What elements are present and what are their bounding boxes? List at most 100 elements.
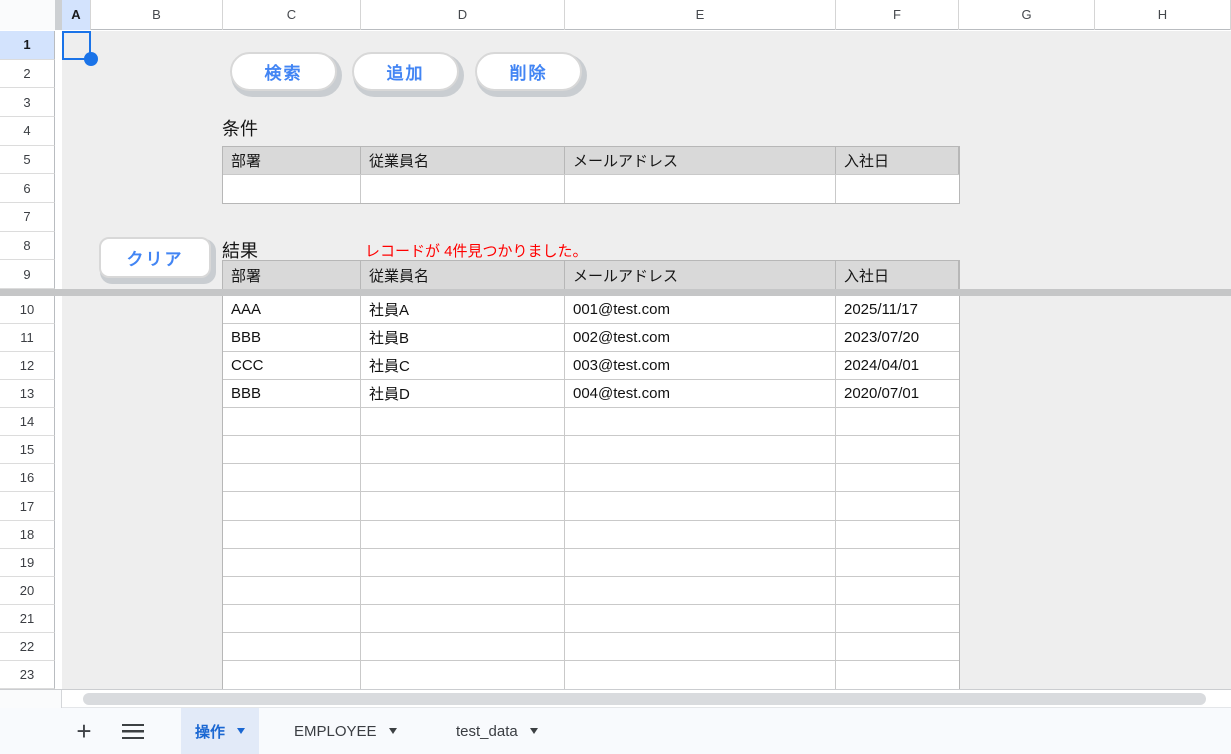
results-data-cell[interactable]: 社員D (361, 380, 565, 408)
results-empty-cell[interactable] (223, 660, 361, 689)
row-header-19[interactable]: 19 (0, 548, 55, 577)
results-data-cell[interactable]: BBB (223, 380, 361, 408)
results-empty-cell[interactable] (361, 548, 565, 576)
results-data-cell[interactable]: 2020/07/01 (836, 380, 959, 407)
clear-button[interactable]: クリア (99, 237, 211, 278)
selection-handle-icon[interactable] (84, 52, 98, 66)
sheet-tab-操作[interactable]: 操作 (181, 708, 260, 754)
row-header-17[interactable]: 17 (0, 492, 55, 521)
row-header-10[interactable]: 10 (0, 296, 55, 325)
column-header-D[interactable]: D (361, 0, 565, 30)
results-empty-cell[interactable] (223, 632, 361, 660)
column-header-H[interactable]: H (1095, 0, 1231, 30)
results-empty-cell[interactable] (361, 492, 565, 520)
results-empty-cell[interactable] (565, 632, 836, 660)
results-data-cell[interactable]: 2024/04/01 (836, 352, 959, 379)
results-empty-cell[interactable] (565, 520, 836, 548)
results-empty-cell[interactable] (565, 576, 836, 604)
row-header-9[interactable]: 9 (0, 260, 55, 290)
results-empty-cell[interactable] (223, 576, 361, 604)
results-empty-cell[interactable] (361, 660, 565, 689)
row-header-23[interactable]: 23 (0, 660, 55, 689)
row-header-21[interactable]: 21 (0, 604, 55, 633)
results-data-cell[interactable]: 2023/07/20 (836, 324, 959, 351)
column-header-E[interactable]: E (565, 0, 836, 30)
results-empty-cell[interactable] (836, 436, 959, 463)
condition-input-cell[interactable] (223, 175, 361, 203)
results-empty-cell[interactable] (361, 632, 565, 660)
row-header-5[interactable]: 5 (0, 145, 55, 175)
row-header-15[interactable]: 15 (0, 436, 55, 465)
results-data-cell[interactable]: 003@test.com (565, 352, 836, 380)
results-data-cell[interactable]: AAA (223, 296, 361, 324)
results-empty-cell[interactable] (836, 464, 959, 491)
results-data-cell[interactable]: CCC (223, 352, 361, 380)
results-empty-cell[interactable] (565, 660, 836, 689)
condition-input-cell[interactable] (565, 175, 836, 203)
results-empty-cell[interactable] (565, 464, 836, 492)
results-data-cell[interactable]: 社員C (361, 352, 565, 380)
results-empty-cell[interactable] (836, 521, 959, 548)
condition-input-cell[interactable] (361, 175, 565, 203)
results-empty-cell[interactable] (223, 604, 361, 632)
results-empty-cell[interactable] (565, 604, 836, 632)
results-empty-cell[interactable] (361, 604, 565, 632)
results-data-cell[interactable]: 004@test.com (565, 380, 836, 408)
frozen-rows-divider[interactable] (0, 289, 1231, 296)
results-empty-cell[interactable] (361, 436, 565, 464)
results-data-cell[interactable]: 001@test.com (565, 296, 836, 324)
results-empty-cell[interactable] (223, 520, 361, 548)
row-header-14[interactable]: 14 (0, 408, 55, 437)
results-empty-cell[interactable] (565, 408, 836, 436)
column-header-F[interactable]: F (836, 0, 959, 30)
column-header-B[interactable]: B (91, 0, 223, 30)
column-header-C[interactable]: C (223, 0, 361, 30)
search-button[interactable]: 検索 (230, 52, 337, 91)
row-header-7[interactable]: 7 (0, 203, 55, 232)
results-data-cell[interactable]: 2025/11/17 (836, 296, 959, 323)
results-empty-cell[interactable] (223, 436, 361, 464)
row-header-18[interactable]: 18 (0, 520, 55, 549)
all-sheets-menu-button[interactable] (118, 708, 148, 754)
results-empty-cell[interactable] (223, 548, 361, 576)
delete-button[interactable]: 削除 (475, 52, 582, 91)
results-empty-cell[interactable] (361, 464, 565, 492)
results-empty-cell[interactable] (836, 633, 959, 660)
row-header-8[interactable]: 8 (0, 231, 55, 261)
add-sheet-button[interactable]: + (70, 708, 98, 754)
results-empty-cell[interactable] (565, 548, 836, 576)
row-header-1[interactable]: 1 (0, 31, 55, 60)
row-header-13[interactable]: 13 (0, 380, 55, 409)
condition-input-cell[interactable] (836, 175, 959, 203)
column-header-A[interactable]: A (62, 0, 91, 30)
results-data-cell[interactable]: BBB (223, 324, 361, 352)
row-header-11[interactable]: 11 (0, 324, 55, 353)
select-all-corner[interactable] (0, 0, 55, 30)
results-data-cell[interactable]: 社員A (361, 296, 565, 324)
row-header-20[interactable]: 20 (0, 576, 55, 605)
results-empty-cell[interactable] (836, 577, 959, 604)
horizontal-scrollbar-thumb[interactable] (83, 693, 1206, 705)
results-empty-cell[interactable] (565, 492, 836, 520)
results-empty-cell[interactable] (565, 436, 836, 464)
results-empty-cell[interactable] (361, 408, 565, 436)
results-empty-cell[interactable] (361, 520, 565, 548)
results-empty-cell[interactable] (836, 661, 959, 689)
row-header-2[interactable]: 2 (0, 59, 55, 89)
sheet-tab-EMPLOYEE[interactable]: EMPLOYEE (280, 708, 411, 754)
row-header-12[interactable]: 12 (0, 352, 55, 381)
column-header-G[interactable]: G (959, 0, 1095, 30)
results-empty-cell[interactable] (361, 576, 565, 604)
results-empty-cell[interactable] (223, 408, 361, 436)
row-header-22[interactable]: 22 (0, 632, 55, 661)
row-header-3[interactable]: 3 (0, 88, 55, 117)
results-data-cell[interactable]: 002@test.com (565, 324, 836, 352)
sheet-tab-test_data[interactable]: test_data (442, 708, 552, 754)
results-empty-cell[interactable] (223, 464, 361, 492)
results-empty-cell[interactable] (836, 605, 959, 632)
row-header-6[interactable]: 6 (0, 174, 55, 203)
row-header-16[interactable]: 16 (0, 464, 55, 493)
add-button[interactable]: 追加 (352, 52, 459, 91)
results-empty-cell[interactable] (223, 492, 361, 520)
results-empty-cell[interactable] (836, 492, 959, 519)
